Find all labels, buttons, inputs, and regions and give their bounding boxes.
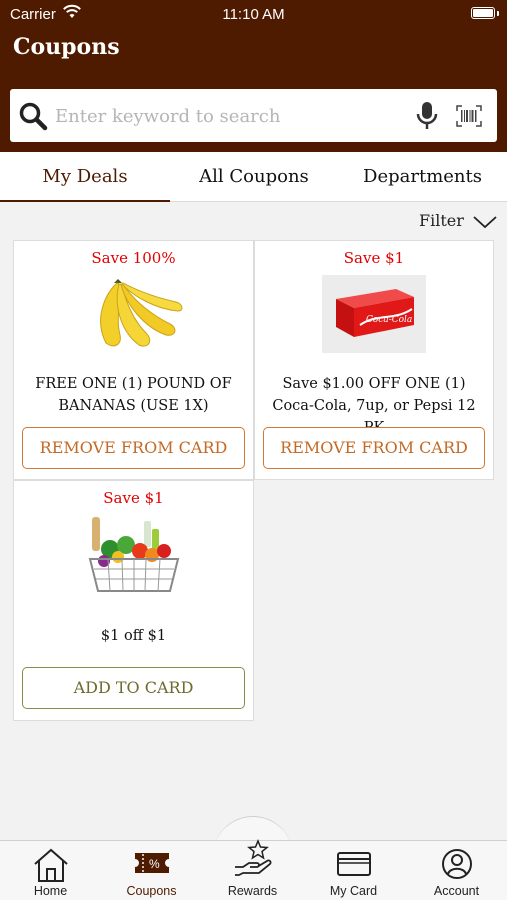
remove-from-card-button[interactable]: REMOVE FROM CARD — [263, 427, 485, 469]
coupon-description: FREE ONE (1) POUND OF BANANAS (USE 1X) — [35, 376, 232, 414]
tab-coupons-label: Coupons — [126, 884, 177, 898]
coupon-card[interactable]: Save $1 Coca-Cola Save $1.00 OFF ONE (1)… — [254, 240, 494, 480]
app-header: Carrier 11:10 AM Coupons — [0, 0, 507, 152]
bananas-image — [99, 279, 182, 347]
coupon-tabs: My Deals All Coupons Departments — [0, 152, 507, 202]
home-icon — [33, 848, 68, 882]
grocery-basket-image — [88, 517, 179, 592]
svg-text:%: % — [149, 857, 160, 871]
save-amount: Save $1 — [103, 489, 164, 507]
tab-rewards-label: Rewards — [227, 884, 278, 898]
tab-my-card-label: My Card — [329, 884, 378, 898]
coca-cola-pack-image: Coca-Cola — [322, 275, 426, 353]
bottom-tab-bar: Home % Coupons Rewards My Card Account — [0, 839, 507, 900]
active-tab-indicator — [0, 200, 170, 202]
tab-my-card[interactable]: My Card — [303, 841, 404, 900]
status-time: 11:10 AM — [222, 6, 285, 23]
tab-home[interactable]: Home — [0, 841, 101, 900]
tab-account-label: Account — [433, 884, 480, 898]
search-input[interactable] — [55, 98, 395, 134]
card-icon — [336, 852, 371, 876]
coupon-icon: % — [134, 853, 169, 873]
svg-text:Coca-Cola: Coca-Cola — [366, 315, 412, 325]
coupon-card[interactable]: Save 100% FREE ONE (1) POUND OF BANANAS … — [13, 240, 254, 480]
rewards-icon — [234, 839, 271, 876]
tab-coupons[interactable]: % Coupons — [101, 841, 202, 900]
tab-rewards[interactable]: Rewards — [202, 839, 303, 900]
coupon-description: $1 off $1 — [100, 628, 167, 644]
save-amount: Save 100% — [91, 249, 176, 267]
remove-from-card-button[interactable]: REMOVE FROM CARD — [22, 427, 245, 469]
search-bar — [10, 89, 497, 142]
tab-account[interactable]: Account — [406, 841, 507, 900]
microphone-icon[interactable] — [416, 101, 438, 131]
tab-departments[interactable]: Departments — [338, 152, 507, 202]
status-bar: Carrier 11:10 AM — [0, 0, 507, 28]
search-icon[interactable] — [18, 101, 48, 131]
tab-my-deals[interactable]: My Deals — [0, 152, 170, 202]
add-to-card-button[interactable]: ADD TO CARD — [22, 667, 245, 709]
save-amount: Save $1 — [343, 249, 405, 267]
account-icon — [441, 849, 472, 879]
barcode-scan-icon[interactable] — [456, 105, 482, 127]
filter-button[interactable]: Filter — [419, 211, 464, 235]
tab-home-label: Home — [33, 884, 68, 898]
chevron-down-icon[interactable] — [472, 214, 498, 230]
coupon-card[interactable]: Save $1 $1 off $1 ADD TO CARD — [13, 480, 254, 721]
tab-all-coupons[interactable]: All Coupons — [170, 152, 338, 202]
battery-icon — [471, 7, 495, 19]
page-title: Coupons — [13, 34, 120, 60]
